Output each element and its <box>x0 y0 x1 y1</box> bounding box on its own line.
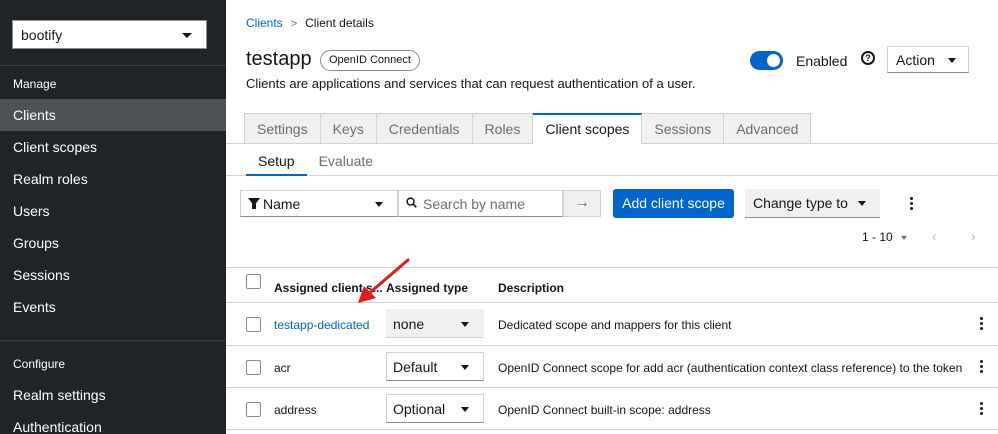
change-type-label: Change type to <box>753 195 848 211</box>
caret-down-icon <box>900 235 907 240</box>
search-submit-button[interactable]: → <box>563 190 601 217</box>
row-checkbox[interactable] <box>246 360 261 375</box>
row-checkbox[interactable] <box>246 402 261 417</box>
arrow-right-icon: → <box>574 194 590 211</box>
filter-type-select[interactable]: Name <box>240 190 398 217</box>
assigned-type-select[interactable]: Optional <box>386 394 484 423</box>
search-box <box>398 190 563 217</box>
select-all-checkbox[interactable] <box>246 274 261 289</box>
sidebar-divider <box>0 65 226 66</box>
scope-description: OpenID Connect built-in scope: address <box>498 403 711 417</box>
tab-client-scopes[interactable]: Client scopes <box>533 113 643 144</box>
row-divider <box>226 387 998 388</box>
row-kebab-icon[interactable] <box>980 360 984 376</box>
breadcrumb: Clients > Client details <box>246 16 374 30</box>
toolbar-kebab-icon[interactable] <box>910 197 914 213</box>
table-top-border <box>226 267 998 268</box>
filter-label: Name <box>263 196 301 212</box>
sidebar-item-events[interactable]: Events <box>0 291 226 323</box>
breadcrumb-clients-link[interactable]: Clients <box>246 16 283 30</box>
realm-selector[interactable]: bootify <box>12 20 207 49</box>
caret-down-icon <box>461 322 469 327</box>
scope-name: acr <box>274 361 291 375</box>
tab-keys[interactable]: Keys <box>320 113 377 144</box>
action-label: Action <box>896 52 935 68</box>
main-content: Clients > Client details testapp OpenID Co… <box>226 0 998 434</box>
row-kebab-icon[interactable] <box>980 317 984 333</box>
table-header-border <box>226 302 998 303</box>
assigned-type-select: none <box>386 309 484 338</box>
chevron-right-icon: > <box>290 18 298 30</box>
row-divider <box>226 345 998 346</box>
row-kebab-icon[interactable] <box>980 402 984 418</box>
sidebar-divider <box>0 340 226 341</box>
sidebar-item-authentication[interactable]: Authentication <box>0 411 226 434</box>
help-icon[interactable]: ? <box>861 51 875 65</box>
subtab-setup[interactable]: Setup <box>246 145 307 176</box>
protocol-badge: OpenID Connect <box>320 50 420 71</box>
sidebar-item-realm-settings[interactable]: Realm settings <box>0 379 226 411</box>
scope-description: OpenID Connect scope for add acr (authen… <box>498 361 963 375</box>
sidebar-section-configure: Configure <box>13 357 66 371</box>
caret-down-icon <box>375 202 383 207</box>
tab-advanced[interactable]: Advanced <box>724 113 812 144</box>
sub-tabs: Setup Evaluate <box>246 145 385 176</box>
sidebar-item-realm-roles[interactable]: Realm roles <box>0 163 226 195</box>
row-checkbox[interactable] <box>246 317 261 332</box>
main-tabs: Settings Keys Credentials Roles Client s… <box>244 113 812 144</box>
tab-credentials[interactable]: Credentials <box>376 113 473 144</box>
tab-settings[interactable]: Settings <box>244 113 321 144</box>
column-header-description: Description <box>498 281 565 295</box>
annotation-arrow-icon <box>358 258 410 303</box>
sidebar-item-clients[interactable]: Clients <box>0 99 226 131</box>
action-dropdown[interactable]: Action <box>887 46 969 73</box>
sidebar-item-users[interactable]: Users <box>0 195 226 227</box>
pagination-next-icon[interactable]: › <box>971 228 976 244</box>
caret-down-icon <box>461 407 469 412</box>
enabled-label: Enabled <box>796 53 848 69</box>
assigned-type-value: Default <box>393 359 438 375</box>
page-title: testapp <box>246 48 312 70</box>
sidebar-item-sessions[interactable]: Sessions <box>0 259 226 291</box>
pagination-range: 1 - 10 <box>862 230 893 244</box>
filter-icon-stem <box>252 204 256 209</box>
search-input[interactable] <box>423 195 558 213</box>
caret-down-icon <box>182 33 192 38</box>
tab-sessions[interactable]: Sessions <box>642 113 725 144</box>
assigned-type-value: Optional <box>393 401 446 417</box>
pagination-prev-icon[interactable]: ‹ <box>932 228 937 244</box>
enabled-toggle[interactable] <box>750 51 783 70</box>
assigned-type-value: none <box>393 316 425 332</box>
caret-down-icon <box>461 365 469 370</box>
sidebar-item-groups[interactable]: Groups <box>0 227 226 259</box>
search-icon <box>406 197 417 208</box>
assigned-type-select[interactable]: Default <box>386 352 484 381</box>
page-subtitle: Clients are applications and services th… <box>246 76 696 91</box>
scope-description: Dedicated scope and mappers for this cli… <box>498 318 732 332</box>
tab-roles[interactable]: Roles <box>472 113 534 144</box>
sidebar-item-client-scopes[interactable]: Client scopes <box>0 131 226 163</box>
scope-name-link[interactable]: testapp-dedicated <box>274 318 369 332</box>
sidebar-section-manage: Manage <box>13 77 57 91</box>
realm-name: bootify <box>21 27 63 43</box>
add-client-scope-button[interactable]: Add client scope <box>613 189 734 218</box>
caret-down-icon <box>948 58 956 63</box>
caret-down-icon <box>858 201 866 206</box>
change-type-dropdown[interactable]: Change type to <box>745 189 880 218</box>
pagination-toggle[interactable]: 1 - 10 <box>862 230 907 244</box>
subtab-evaluate[interactable]: Evaluate <box>307 145 385 176</box>
breadcrumb-current: Client details <box>305 16 374 30</box>
row-divider <box>226 429 998 430</box>
sidebar: bootify Manage Clients Client scopes Rea… <box>0 0 226 434</box>
scope-name: address <box>274 403 317 417</box>
